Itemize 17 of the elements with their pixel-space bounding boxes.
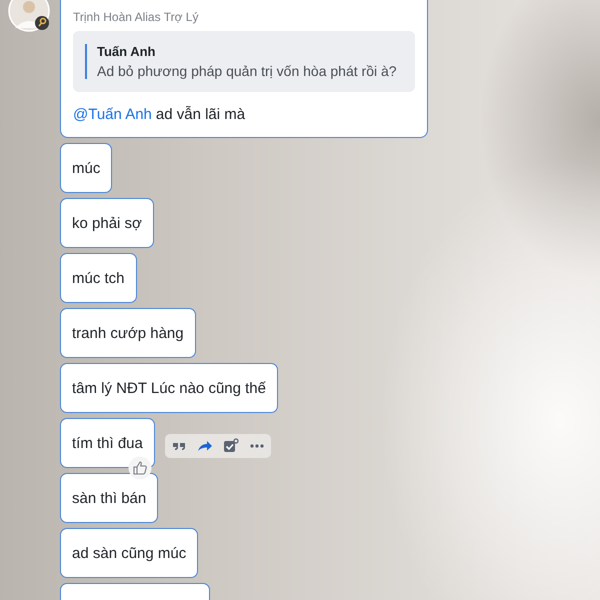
mention-link[interactable]: @Tuấn Anh — [73, 106, 152, 123]
quote-text: Ad bỏ phương pháp quản trị vốn hòa phát rồi à? — [97, 63, 397, 79]
message-bubble: sàn thì bán — [60, 473, 158, 523]
message-bubble: tranh cướp hàng — [60, 308, 196, 358]
quoted-message[interactable]: Tuấn Anh Ad bỏ phương pháp quản trị vốn hòa phát rồi à? — [73, 31, 415, 92]
avatar[interactable] — [8, 0, 50, 32]
message-bubble: múc — [60, 143, 112, 193]
message-bubble: múc tch — [60, 253, 137, 303]
forward-icon[interactable] — [196, 438, 213, 454]
message-bubble: tím thì đua — [60, 418, 155, 468]
message-bubble: ko phải sợ — [60, 198, 154, 248]
message-text: ad vẫn lãi mà — [156, 106, 246, 123]
message-bubble: tâm lý NĐT Lúc nào cũng thế — [60, 363, 278, 413]
task-icon[interactable] — [222, 438, 239, 454]
message-bubble: ad sàn cũng múc — [60, 528, 198, 578]
quote-author: Tuấn Anh — [97, 44, 156, 59]
sender-name: Trịnh Hoàn Alias Trợ Lý — [73, 9, 200, 25]
